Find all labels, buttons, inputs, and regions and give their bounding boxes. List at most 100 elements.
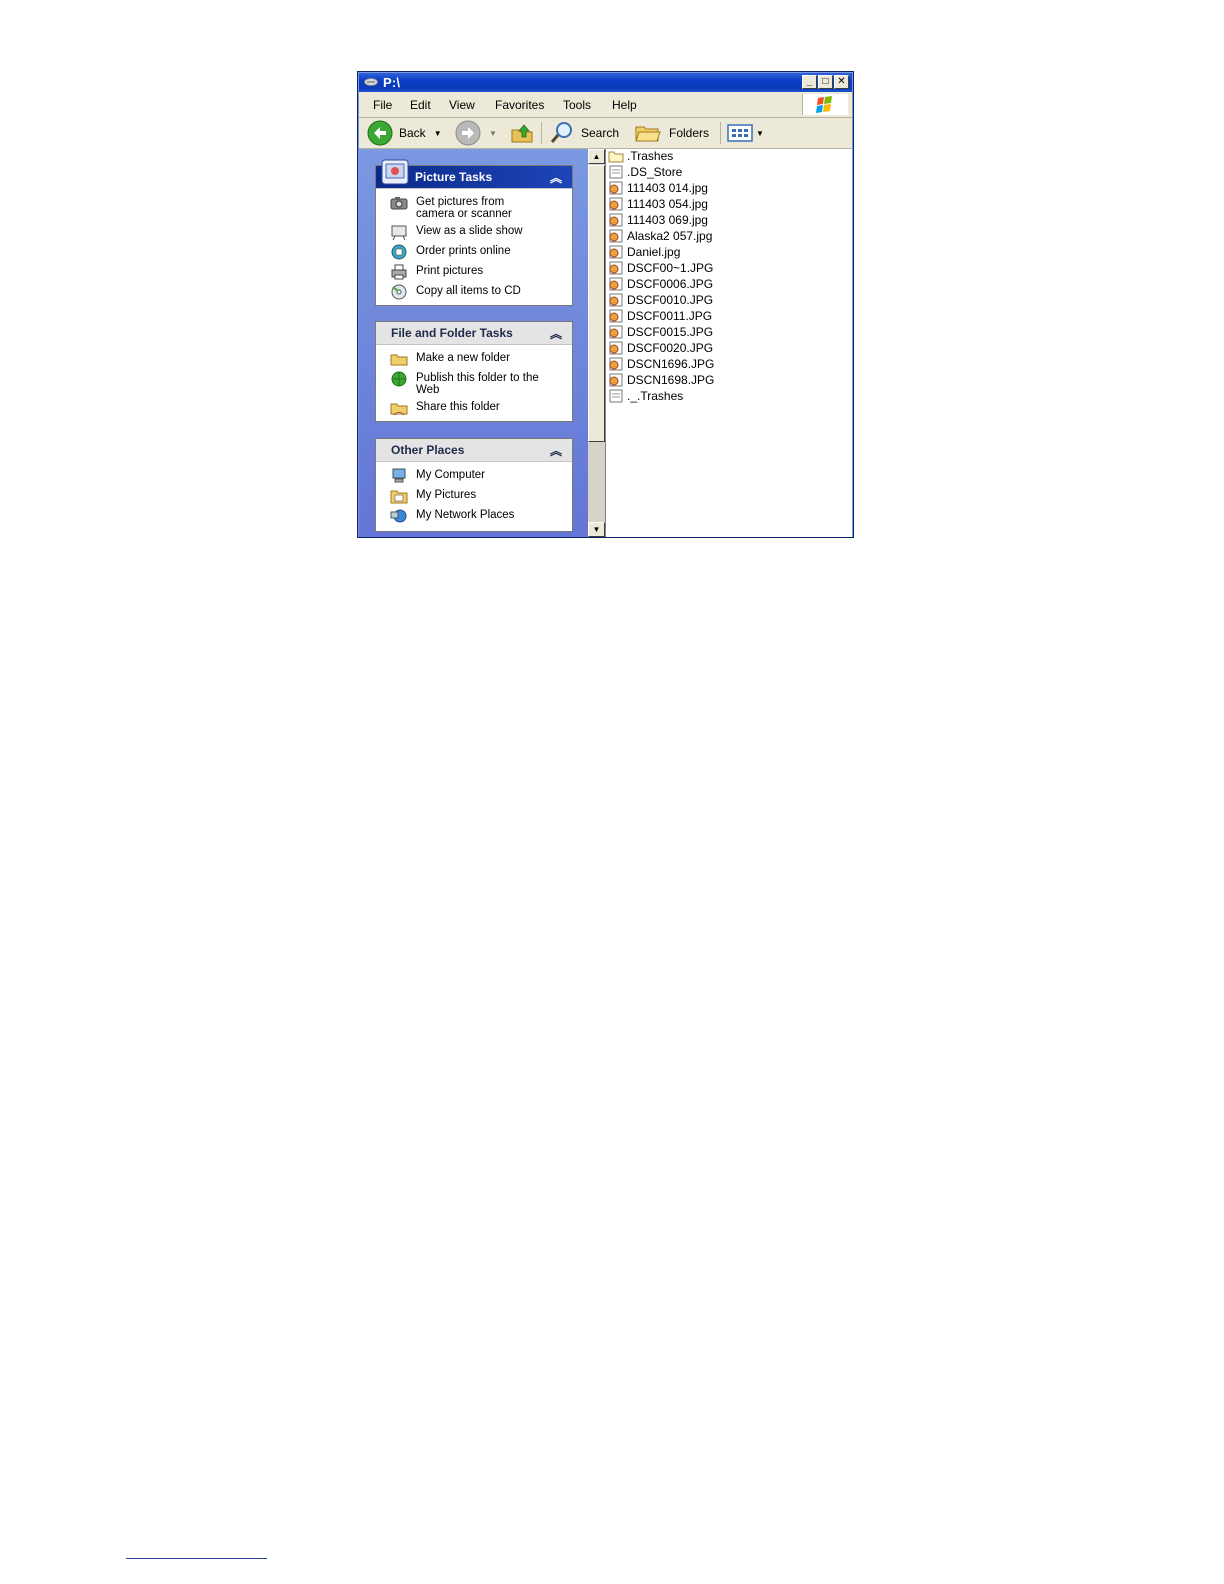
image-file-icon [609,277,623,291]
list-item[interactable]: 111403 014.jpg [608,180,708,196]
globe-icon [391,371,407,387]
image-file-icon [609,261,623,275]
list-item[interactable]: DSCF0020.JPG [608,340,713,356]
toolbar: Back ▼ ▼ Search Folders ▼ [359,118,852,149]
folders-label: Folders [669,126,710,140]
place-my-computer[interactable]: My Computer [390,468,566,484]
drive-icon [364,78,378,86]
task-order-prints[interactable]: Order prints online [390,244,566,260]
image-file-icon [609,245,623,259]
image-file-icon [609,325,623,339]
camera-icon [390,197,408,210]
list-item[interactable]: Alaska2 057.jpg [608,228,712,244]
search-button[interactable]: Search [549,118,619,148]
views-icon [727,124,753,142]
menu-view[interactable]: View [449,98,475,112]
collapse-chevron-icon[interactable]: ︽ [550,169,562,186]
explorer-window: P:\ _ □ ✕ File Edit View Favorites Tools… [357,71,854,538]
picture-tasks-header[interactable]: Picture Tasks ︽ [376,159,572,189]
file-folder-tasks-title: File and Folder Tasks [391,326,513,340]
menu-bar: File Edit View Favorites Tools Help [359,93,852,118]
task-copy-to-cd[interactable]: Copy all items to CD [390,284,566,300]
list-item[interactable]: ._.Trashes [608,388,683,404]
task-slide-show[interactable]: View as a slide show [390,224,566,240]
list-item[interactable]: .Trashes [608,148,673,164]
image-file-icon [609,357,623,371]
list-item[interactable]: DSCF0011.JPG [608,308,712,324]
footnote-rule [126,1558,267,1559]
file-list: .Trashes .DS_Store 111403 014.jpg 111403… [605,149,852,537]
task-pane: Picture Tasks ︽ Get pictures from camera… [359,149,588,537]
task-share-folder[interactable]: Share this folder [390,400,566,416]
printer-icon [391,264,407,280]
cd-icon [391,284,407,300]
collapse-chevron-icon[interactable]: ︽ [550,442,562,459]
task-print-pictures[interactable]: Print pictures [390,264,566,280]
list-item[interactable]: DSCF0006.JPG [608,276,713,292]
forward-arrow-icon [455,120,481,146]
minimize-button[interactable]: _ [802,75,817,89]
search-label: Search [581,126,620,140]
computer-icon [392,468,406,483]
file-icon [609,389,623,403]
scroll-down-button[interactable]: ▼ [588,522,605,537]
globe-prints-icon [391,244,407,260]
list-item[interactable]: 111403 069.jpg [608,212,708,228]
menu-file[interactable]: File [373,98,392,112]
image-file-icon [609,213,623,227]
list-item[interactable]: .DS_Store [608,164,682,180]
up-folder-button[interactable] [510,118,534,148]
list-item[interactable]: DSCF0010.JPG [608,292,713,308]
picture-tasks-panel: Picture Tasks ︽ Get pictures from camera… [375,159,573,306]
collapse-chevron-icon[interactable]: ︽ [550,325,562,342]
file-folder-tasks-panel: File and Folder Tasks ︽ Make a new folde… [375,321,573,422]
pictures-folder-icon [390,490,408,504]
forward-button[interactable]: ▼ [455,118,497,148]
menu-favorites[interactable]: Favorites [495,98,544,112]
folders-button[interactable]: Folders [635,118,709,148]
window-title: P:\ [383,75,401,90]
picture-tasks-icon [381,159,409,185]
image-file-icon [609,229,623,243]
list-item[interactable]: Daniel.jpg [608,244,680,260]
list-item[interactable]: 111403 054.jpg [608,196,708,212]
close-button[interactable]: ✕ [834,75,849,89]
other-places-header[interactable]: Other Places ︽ [376,439,572,462]
views-dropdown-icon[interactable]: ▼ [756,129,764,138]
file-folder-tasks-header[interactable]: File and Folder Tasks ︽ [376,322,572,345]
list-item[interactable]: DSCN1696.JPG [608,356,714,372]
search-icon [550,122,572,143]
new-folder-icon [390,354,408,366]
place-my-pictures[interactable]: My Pictures [390,488,566,504]
menu-tools[interactable]: Tools [563,98,591,112]
task-publish-web[interactable]: Publish this folder to the Web [390,371,566,396]
views-button[interactable]: ▼ [727,118,764,148]
forward-dropdown-icon[interactable]: ▼ [489,129,497,138]
file-icon [609,165,623,179]
back-arrow-icon [367,120,393,146]
folders-icon [635,126,661,142]
list-item[interactable]: DSCF00~1.JPG [608,260,713,276]
maximize-button[interactable]: □ [818,75,833,89]
folder-icon [608,151,624,163]
scroll-thumb[interactable] [588,165,605,442]
back-button[interactable]: Back ▼ [367,118,442,148]
menu-edit[interactable]: Edit [410,98,431,112]
task-pane-scrollbar[interactable]: ▲ ▼ [588,149,605,537]
scroll-up-button[interactable]: ▲ [588,149,605,164]
other-places-title: Other Places [391,443,465,457]
task-get-pictures[interactable]: Get pictures from camera or scanner [390,195,566,220]
list-item[interactable]: DSCN1698.JPG [608,372,714,388]
windows-logo [802,94,848,115]
back-label: Back [399,126,426,140]
title-bar[interactable]: P:\ _ □ ✕ [359,73,852,92]
task-new-folder[interactable]: Make a new folder [390,351,566,367]
place-my-network[interactable]: My Network Places [390,508,566,524]
image-file-icon [609,341,623,355]
network-icon [390,509,407,523]
menu-help[interactable]: Help [612,98,637,112]
back-dropdown-icon[interactable]: ▼ [434,129,442,138]
image-file-icon [609,373,623,387]
share-folder-icon [390,403,408,416]
list-item[interactable]: DSCF0015.JPG [608,324,713,340]
